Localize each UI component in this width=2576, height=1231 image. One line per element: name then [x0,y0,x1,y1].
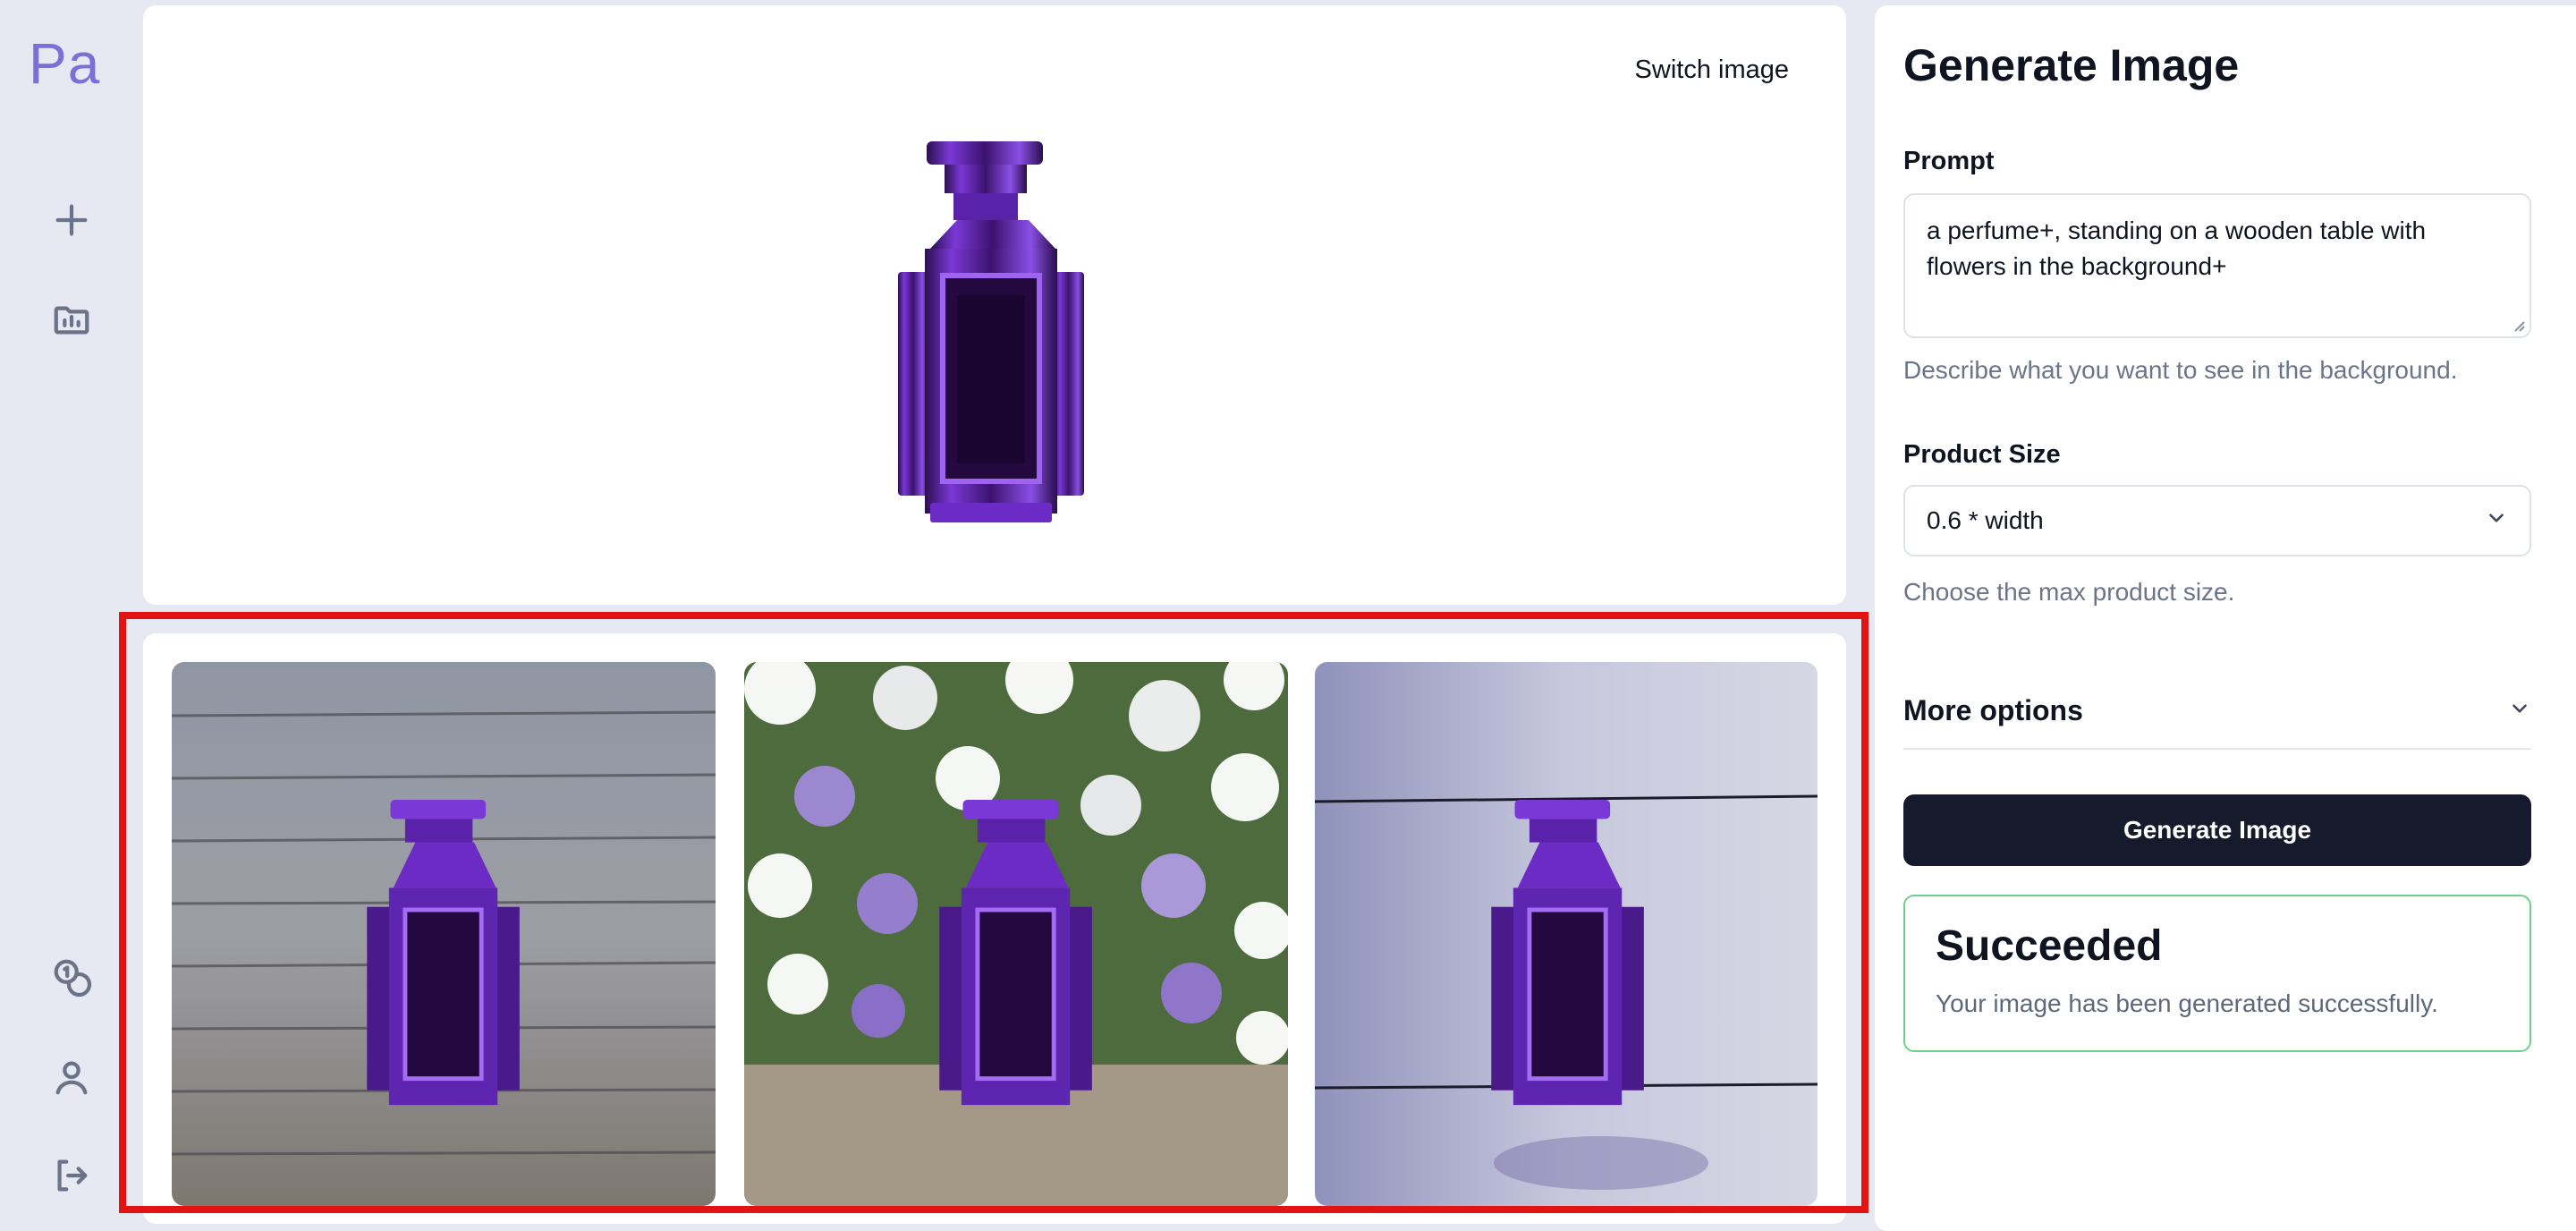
user-icon[interactable] [47,1052,97,1102]
chevron-down-icon [2508,694,2531,727]
product-size-hint: Choose the max product size. [1903,578,2235,606]
prompt-hint: Describe what you want to see in the bac… [1903,356,2458,384]
status-title: Succeeded [1936,922,2163,970]
chevron-down-icon [2485,506,2508,536]
switch-image-button[interactable]: Switch image [1635,55,1789,85]
status-message: Your image has been generated successful… [1936,989,2438,1017]
generate-image-button[interactable]: Generate Image [1903,794,2531,866]
status-alert: Succeeded Your image has been generated … [1903,895,2531,1052]
plus-icon[interactable] [47,195,97,245]
generate-panel: Generate Image Prompt a perfume+, standi… [1875,5,2576,1231]
product-size-select[interactable]: 0.6 * width [1903,485,2531,556]
logout-icon[interactable] [47,1150,97,1201]
resize-grip-icon[interactable] [2510,317,2526,333]
prompt-label: Prompt [1903,147,1995,175]
more-options-label: More options [1903,693,2083,726]
folder-chart-icon[interactable] [47,295,97,345]
app-logo[interactable]: Pa [29,30,100,97]
prompt-textarea[interactable]: a perfume+, standing on a wooden table w… [1903,193,2531,338]
coins-icon[interactable] [47,952,97,1002]
panel-title: Generate Image [1903,40,2240,90]
product-size-label: Product Size [1903,440,2061,469]
prompt-text: a perfume+, standing on a wooden table w… [1927,216,2427,280]
app-root: Pa Switch image Generate Image Prompt a … [0,0,2576,1231]
product-size-value: 0.6 * width [1927,506,2044,534]
product-image [898,141,1084,522]
results-highlight-frame [119,612,1868,1213]
more-options-toggle[interactable]: More options [1903,673,2531,750]
